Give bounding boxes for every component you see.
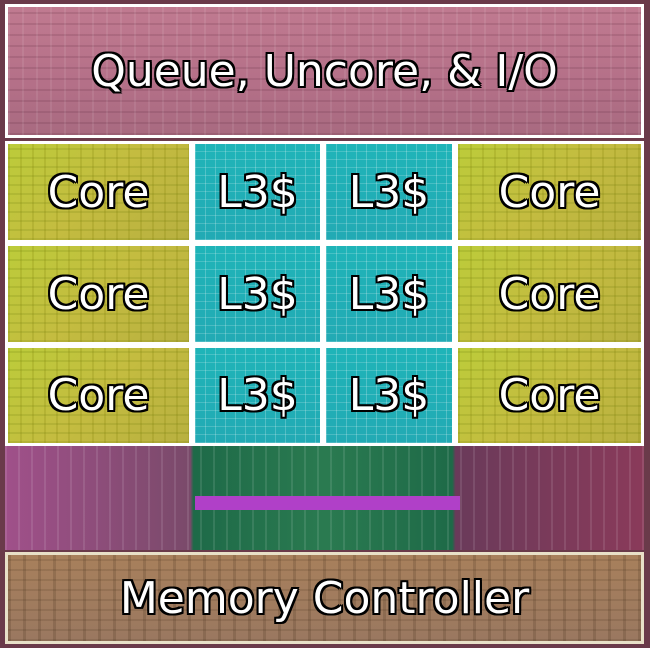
uncore-label: Queue, Uncore, & I/O	[91, 45, 558, 97]
l3-label: L3$	[348, 268, 430, 320]
core-block: Core	[455, 243, 644, 345]
l3-label: L3$	[348, 370, 430, 421]
core-block: Core	[5, 345, 192, 446]
l3-cache-block: L3$	[323, 243, 455, 345]
core-label: Core	[498, 370, 601, 421]
l3-label: L3$	[217, 370, 298, 421]
l3-label: L3$	[217, 268, 298, 320]
l3-cache-block: L3$	[192, 345, 323, 446]
core-block: Core	[5, 243, 192, 345]
l3-cache-block: L3$	[192, 243, 323, 345]
core-label: Core	[498, 268, 601, 320]
core-label: Core	[498, 166, 601, 218]
unlabeled-logic-region	[5, 446, 644, 550]
core-label: Core	[47, 370, 150, 421]
memory-controller-label: Memory Controller	[119, 572, 530, 624]
l3-label: L3$	[348, 166, 430, 218]
core-block: Core	[455, 345, 644, 446]
core-block: Core	[5, 141, 192, 243]
l3-cache-block: L3$	[192, 141, 323, 243]
core-block: Core	[455, 141, 644, 243]
memory-controller-region: Memory Controller	[5, 552, 644, 644]
uncore-region: Queue, Uncore, & I/O	[5, 4, 644, 138]
l3-label: L3$	[217, 166, 298, 218]
l3-cache-block: L3$	[323, 141, 455, 243]
core-label: Core	[47, 268, 150, 320]
l3-cache-block: L3$	[323, 345, 455, 446]
interconnect-bar	[195, 496, 460, 510]
core-label: Core	[47, 166, 150, 218]
